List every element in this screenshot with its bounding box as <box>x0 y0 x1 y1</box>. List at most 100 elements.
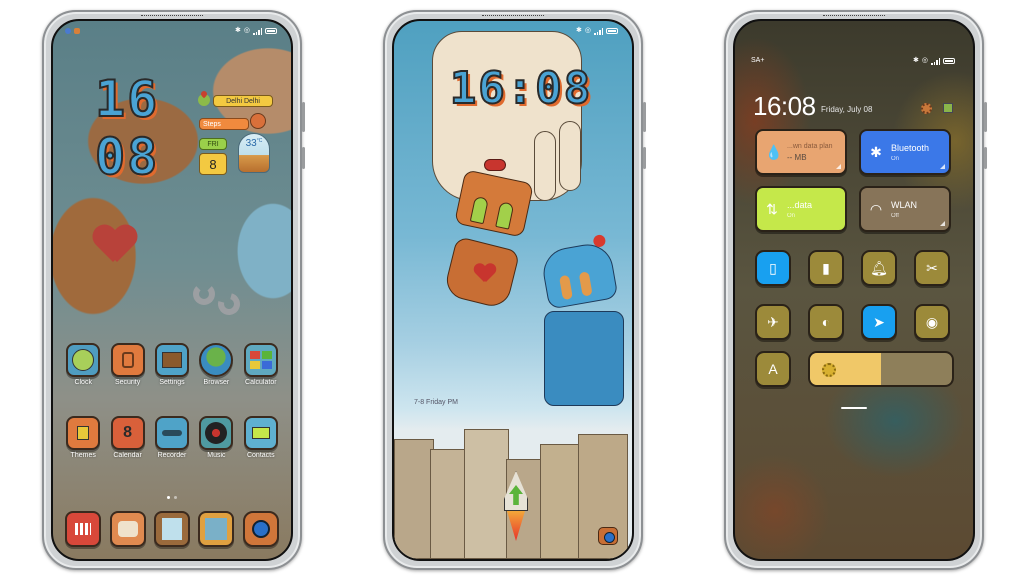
app-clock[interactable]: Clock <box>61 343 105 386</box>
phone-lock-screen: ✱ ◎ 16:08 7-8 Friday PM <box>383 10 646 570</box>
water-drop-icon: 💧 <box>765 143 783 160</box>
weather-city[interactable]: Delhi Delhi <box>213 95 273 107</box>
app-label: Browser <box>203 379 230 386</box>
screenshot-toggle[interactable]: ✂ <box>914 250 950 286</box>
data-arrows-icon: ⇅ <box>766 200 778 217</box>
finger-graphic <box>559 121 581 191</box>
app-label: Contacts <box>246 452 275 459</box>
mute-toggle[interactable]: 🔔︎ <box>861 250 897 286</box>
control-center-screen: SA+ ✱ ◎ 16:08 Friday, July 08 💧 ...wn da… <box>733 19 975 561</box>
calendar-date[interactable]: 8 <box>199 153 227 175</box>
notification-icon <box>65 28 71 34</box>
brightness-slider[interactable] <box>808 351 954 387</box>
reading-mode-toggle[interactable]: ◉ <box>914 304 950 340</box>
blue-robot-body <box>544 311 624 406</box>
temperature-value: 33 <box>245 138 257 149</box>
volume-button <box>984 102 987 132</box>
power-button <box>302 147 305 169</box>
wlan-tile[interactable]: ◠ WLAN Off <box>859 186 951 232</box>
unlock-rocket[interactable] <box>496 471 536 541</box>
cc-time: 16:08 <box>753 91 816 121</box>
page-dot[interactable] <box>174 496 177 499</box>
dark-mode-toggle[interactable]: ◐ <box>808 304 844 340</box>
location-pin-icon <box>198 94 210 106</box>
tile-subtitle: Off <box>891 212 899 219</box>
messages-icon[interactable] <box>109 511 146 547</box>
speaker-grille <box>141 15 203 18</box>
data-plan-tile[interactable]: 💧 ...wn data plan -- MB <box>755 129 847 175</box>
brightness-fill <box>810 353 881 385</box>
status-icons: ✱ ◎ <box>913 57 955 65</box>
app-recorder[interactable]: Recorder <box>150 416 194 459</box>
expand-corner-icon <box>940 164 945 169</box>
app-themes[interactable]: Themes <box>61 416 105 459</box>
settings-gear-icon[interactable] <box>921 103 932 114</box>
clock-widget[interactable]: 16 08 <box>94 70 205 187</box>
signal-icon <box>931 57 940 65</box>
notes-icon[interactable] <box>153 511 190 547</box>
auto-brightness-toggle[interactable]: A <box>755 351 791 387</box>
building <box>430 449 466 559</box>
home-screen: ✱ ◎ 16 08 Delhi Delhi Steps FRI 8 33°C <box>51 19 293 561</box>
building <box>394 439 434 559</box>
power-button <box>984 147 987 169</box>
carrier-label: SA+ <box>751 57 765 64</box>
weather-widget[interactable]: 33 °C <box>238 133 270 173</box>
robot-eye <box>469 195 489 225</box>
expand-corner-icon <box>940 221 945 226</box>
gallery-icon[interactable] <box>198 511 235 547</box>
vibrate-toggle[interactable]: ▯ <box>755 250 791 286</box>
airplane-toggle[interactable]: ✈ <box>755 304 791 340</box>
phone-icon[interactable] <box>65 511 102 547</box>
app-security[interactable]: Security <box>105 343 149 386</box>
location-icon: ➤ <box>873 313 885 330</box>
app-browser[interactable]: Browser <box>194 343 238 386</box>
camera-icon[interactable] <box>598 527 618 545</box>
lock-clock: 16:08 <box>449 63 593 114</box>
airplane-icon: ✈ <box>767 313 779 330</box>
camera-icon[interactable] <box>242 511 279 547</box>
battery-icon <box>606 28 618 34</box>
app-contacts[interactable]: Contacts <box>239 416 283 459</box>
app-label: Recorder <box>157 452 187 459</box>
recorder-icon <box>154 416 189 450</box>
tile-subtitle: -- MB <box>787 152 807 162</box>
robot-eye <box>558 274 573 301</box>
expand-corner-icon <box>836 164 841 169</box>
phone-home-screen: ✱ ◎ 16 08 Delhi Delhi Steps FRI 8 33°C <box>42 10 305 570</box>
app-calculator[interactable]: Calculator <box>239 343 283 386</box>
vibrate-icon: ▯ <box>769 259 777 276</box>
screenshot-icon: ✂ <box>926 259 938 276</box>
app-music[interactable]: Music <box>194 416 238 459</box>
robot-eye <box>495 201 515 230</box>
mobile-data-tile[interactable]: ⇅ ...data On <box>755 186 847 232</box>
bell-icon: 🔔︎ <box>870 259 888 276</box>
close-handle[interactable] <box>841 407 867 409</box>
page-dot-active[interactable] <box>167 496 170 499</box>
flashlight-toggle[interactable]: ▮ <box>808 250 844 286</box>
app-calendar[interactable]: 8 Calendar <box>105 416 149 459</box>
signal-icon <box>253 27 262 35</box>
contacts-icon <box>243 416 278 450</box>
power-button <box>643 147 646 169</box>
finger-graphic <box>534 131 556 201</box>
tile-subtitle: On <box>891 155 900 162</box>
clock-icon <box>66 343 101 377</box>
browser-icon <box>199 343 234 377</box>
flashlight-icon: ▮ <box>822 259 830 276</box>
tile-title: ...data <box>787 199 813 210</box>
app-settings[interactable]: Settings <box>150 343 194 386</box>
app-label: Themes <box>70 452 96 459</box>
temperature-unit: °C <box>256 138 263 144</box>
location-toggle[interactable]: ➤ <box>861 304 897 340</box>
steps-widget[interactable]: Steps <box>199 118 249 130</box>
page-indicator[interactable] <box>53 496 291 499</box>
music-icon <box>199 416 234 450</box>
calendar-day[interactable]: FRI <box>199 138 227 150</box>
app-label: Calculator <box>245 379 277 386</box>
lock-screen: ✱ ◎ 16:08 7-8 Friday PM <box>392 19 634 561</box>
edit-icon[interactable] <box>943 103 953 113</box>
bluetooth-tile[interactable]: ✱ Bluetooth On <box>859 129 951 175</box>
themes-icon <box>66 416 101 450</box>
app-grid-row-1: Clock Security Settings Browser Calculat… <box>61 343 283 386</box>
